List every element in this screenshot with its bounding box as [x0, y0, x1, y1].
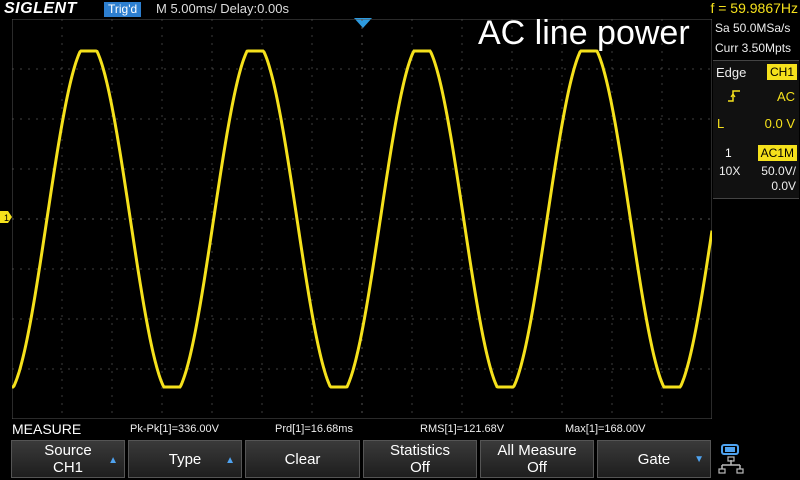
trigger-level-label: L	[717, 116, 725, 131]
probe-attenuation: 10X	[719, 164, 741, 178]
waveform-display[interactable]	[12, 19, 712, 419]
trigger-status-badge[interactable]: Trig'd	[104, 2, 142, 17]
rising-edge-icon	[727, 89, 741, 106]
channel1-ground-marker[interactable]: 1	[0, 211, 12, 223]
measure-rms: RMS[1]=121.68V	[420, 423, 505, 435]
all-measure-softkey-label: All Measure	[497, 442, 577, 459]
channel-number: 1	[725, 146, 732, 160]
network-icon	[718, 444, 744, 474]
up-arrow-icon: ▲	[225, 455, 235, 466]
clear-softkey[interactable]: Clear	[245, 440, 360, 478]
measure-period: Prd[1]=16.68ms	[275, 423, 353, 435]
volts-per-div: 50.0V/	[761, 164, 796, 178]
type-softkey[interactable]: Type ▲	[128, 440, 242, 478]
brand-logo: SIGLENT	[4, 0, 77, 17]
sample-rate: Sa 50.0MSa/s	[715, 21, 791, 35]
down-arrow-icon: ▼	[694, 454, 704, 465]
trigger-level-value: 0.0 V	[764, 116, 795, 131]
measure-bar: MEASURE Pk-Pk[1]=336.00V Prd[1]=16.68ms …	[0, 420, 712, 438]
timebase-readout[interactable]: M 5.00ms/ Delay:0.00s	[156, 1, 289, 16]
measure-max: Max[1]=168.00V	[565, 423, 646, 435]
clear-softkey-label: Clear	[284, 450, 321, 468]
statistics-softkey-label: Statistics	[389, 442, 450, 459]
measure-pkpk: Pk-Pk[1]=336.00V	[130, 423, 219, 435]
memory-depth: Curr 3.50Mpts	[715, 41, 792, 55]
trigger-source-badge: CH1	[766, 64, 797, 80]
trigger-coupling: AC	[776, 89, 795, 104]
statistics-softkey-value: Off	[410, 459, 430, 476]
all-measure-softkey[interactable]: All Measure Off	[480, 440, 594, 478]
statistics-softkey[interactable]: Statistics Off	[363, 440, 477, 478]
channel1-panel[interactable]: 1 AC1M 10X 50.0V/ 0.0V	[713, 142, 799, 199]
channel-offset: 0.0V	[771, 179, 796, 193]
measure-title: MEASURE	[12, 421, 82, 437]
source-softkey[interactable]: Source CH1 ▲	[11, 440, 125, 478]
up-arrow-icon: ▲	[108, 455, 118, 466]
overlay-title: AC line power	[478, 14, 690, 52]
channel-coupling-badge: AC1M	[757, 145, 797, 161]
frequency-readout: f = 59.9867Hz	[710, 0, 798, 16]
trigger-type: Edge	[716, 65, 747, 80]
right-info-panel: Sa 50.0MSa/s Curr 3.50Mpts Edge CH1 AC L…	[713, 19, 800, 419]
channel1-marker-label: 1	[4, 213, 9, 223]
all-measure-softkey-value: Off	[527, 459, 547, 476]
gate-softkey[interactable]: Gate ▼	[597, 440, 711, 478]
softkey-menu: Source CH1 ▲ Type ▲ Clear Statistics Off…	[0, 438, 800, 480]
